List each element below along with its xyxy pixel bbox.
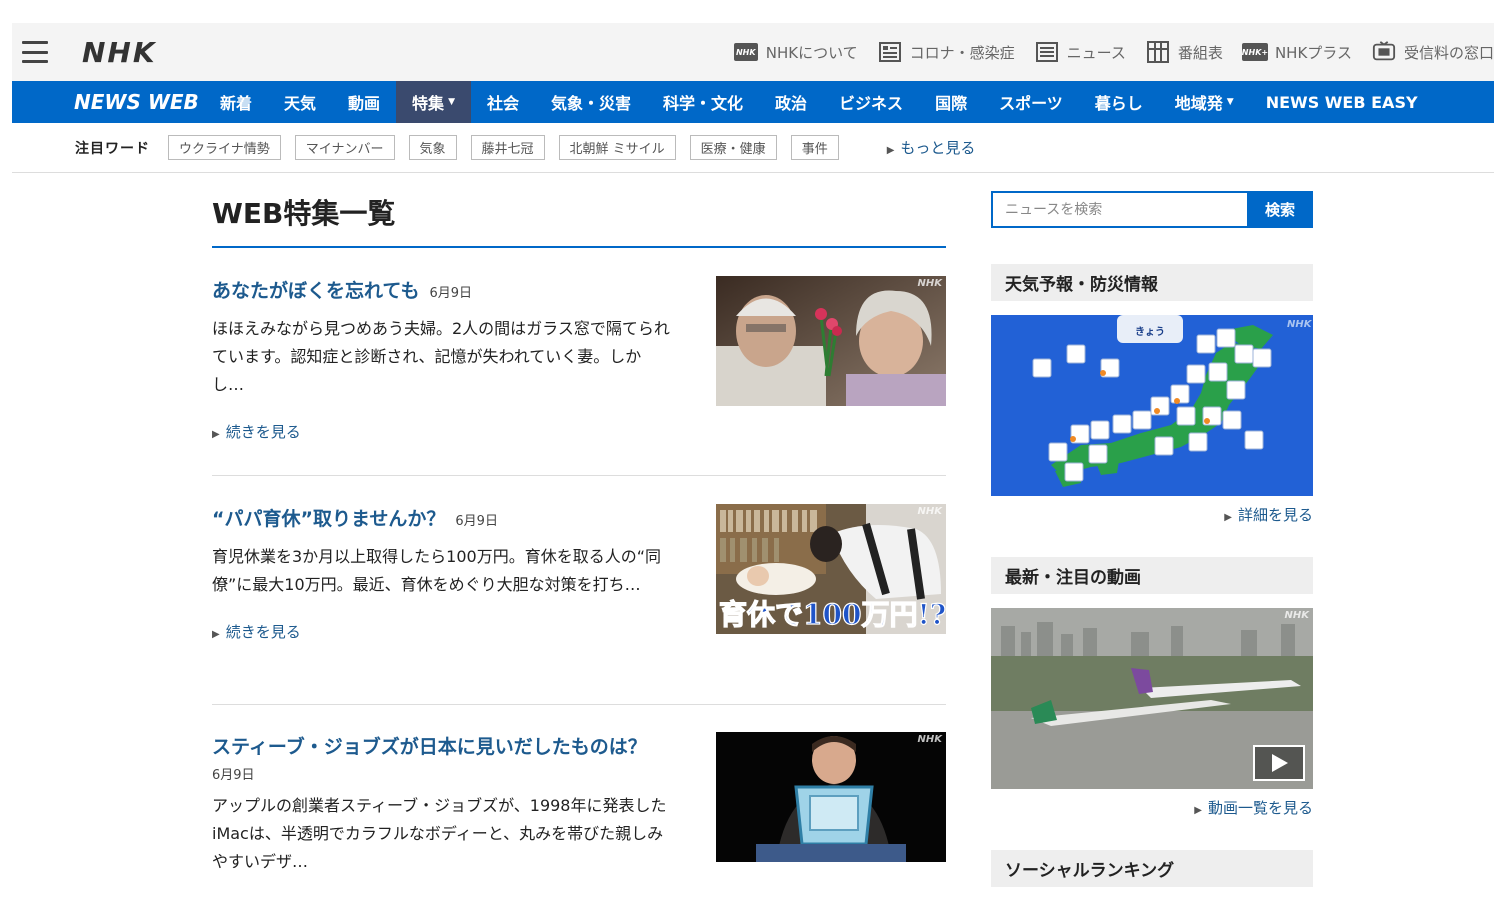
nav-item-international[interactable]: 国際 [919,81,983,123]
reception-fee-icon [1372,40,1396,64]
read-more-label: 続きを見る [225,423,301,441]
page-title: WEB特集一覧 [212,192,946,248]
nhk-watermark: NHK [1284,610,1310,621]
nav-item-business[interactable]: ビジネス [823,81,919,123]
caret-down-icon: ▼ [448,97,455,107]
weather-map[interactable]: きょう NHK [991,315,1313,496]
article-item: “パパ育休”取りませんか？ 6月9日 育児休業を3か月以上取得したら100万円。育… [212,504,946,642]
util-label: 受信料の窓口 [1403,43,1494,62]
nav-item-science[interactable]: 科学・文化 [647,81,759,123]
nav-item-sports[interactable]: スポーツ [983,81,1079,123]
news-web-logo[interactable]: NEWS WEB [74,90,204,114]
video-list-link[interactable]: ▶ 動画一覧を見る [1194,797,1313,818]
util-about-nhk[interactable]: NHK NHKについて [733,40,858,64]
word-tag[interactable]: 気象 [408,135,457,160]
util-corona[interactable]: コロナ・感染症 [878,40,1015,64]
play-icon[interactable] [1253,745,1305,781]
util-reception-fee[interactable]: 受信料の窓口 [1372,40,1494,64]
divider [212,475,946,476]
weather-tab-label: きょう [1135,326,1165,338]
nhk-plus-icon: NHK+ [1242,40,1268,64]
word-tag[interactable]: マイナンバー [294,135,395,160]
more-words-link[interactable]: ▶ もっと見る [887,137,976,158]
nhk-logo-icon: NHK [733,40,758,64]
triangle-right-icon: ▶ [212,429,220,440]
nav-item-weather[interactable]: 天気 [268,81,332,123]
thumbnail-caption: 育休で100万円!? [719,598,946,631]
nav-label: 特集 [412,94,445,113]
article-thumbnail[interactable]: NHK [716,276,946,406]
nhk-watermark: NHK [917,734,943,745]
article-date: 6月9日 [429,286,473,301]
read-more-link[interactable]: ▶ 続きを見る [212,421,301,442]
nhk-watermark: NHK [917,506,943,517]
weather-detail-link[interactable]: ▶ 詳細を見る [1224,504,1313,525]
triangle-right-icon: ▶ [1224,512,1232,523]
nav-label: 地域発 [1174,94,1223,113]
main-nav: NEWS WEB 新着 天気 動画 特集 ▼ 社会 気象・災害 科学・文化 政治 … [12,81,1494,123]
weather-heading: 天気予報・防災情報 [991,264,1313,301]
trending-label: 注目ワード [75,140,150,157]
util-news[interactable]: ニュース [1035,40,1126,64]
nhk-logo[interactable]: NHK [82,36,157,69]
search-box: 検索 [991,191,1313,228]
word-tag[interactable]: ウクライナ情勢 [168,135,281,160]
nhk-watermark: NHK [1287,319,1313,330]
util-label: コロナ・感染症 [909,43,1015,62]
video-thumbnail[interactable]: NHK [991,608,1313,789]
news-icon [1035,40,1059,64]
word-tag[interactable]: 藤井七冠 [470,135,545,160]
video-heading: 最新・注目の動画 [991,557,1313,594]
nav-item-regional[interactable]: 地域発 ▼ [1159,81,1250,123]
article-thumbnail[interactable]: NHK [716,732,946,862]
article-title: スティーブ・ジョブズが日本に見いだしたものは？ [212,736,647,758]
read-more-link[interactable]: ▶ 続きを見る [212,621,301,642]
search-input[interactable] [991,191,1247,228]
nav-item-video[interactable]: 動画 [332,81,396,123]
trending-words: 注目ワード ウクライナ情勢 マイナンバー 気象 藤井七冠 北朝鮮 ミサイル 医療… [12,123,1494,173]
weather-more-label: 詳細を見る [1237,506,1313,524]
program-grid-icon [1146,40,1170,64]
article-date: 6月9日 [455,514,498,529]
nav-item-easy[interactable]: NEWS WEB EASY [1250,81,1434,123]
caret-down-icon: ▼ [1226,97,1234,107]
divider [212,704,946,705]
nav-item-politics[interactable]: 政治 [759,81,823,123]
read-more-label: 続きを見る [225,623,301,641]
nav-item-new[interactable]: 新着 [204,81,268,123]
nav-item-life[interactable]: 暮らし [1079,81,1159,123]
social-ranking-heading: ソーシャルランキング [991,850,1313,887]
top-header: NHK NHK NHKについて コロナ・感染症 ニュース 番組表 NHK+ NH… [12,23,1494,81]
utility-nav: NHK NHKについて コロナ・感染症 ニュース 番組表 NHK+ NHKプラス [733,23,1494,81]
article-summary: ほほえみながら見つめあう夫婦。2人の間はガラス窓で隔てられています。認知症と診断… [212,319,670,394]
nav-item-society[interactable]: 社会 [471,81,535,123]
more-label: もっと見る [900,139,976,157]
video-more-label: 動画一覧を見る [1207,799,1313,817]
triangle-right-icon: ▶ [886,145,895,156]
article-thumbnail[interactable]: 育休で100万円!? NHK [716,504,946,634]
util-label: ニュース [1066,43,1126,62]
article-summary: 育児休業を3か月以上取得したら100万円。育休を取る人の“同僚”に最大10万円。… [212,547,662,594]
util-program-guide[interactable]: 番組表 [1146,40,1223,64]
article-title: あなたがぼくを忘れても [212,280,420,302]
article-item: スティーブ・ジョブズが日本に見いだしたものは？ 6月9日 アップルの創業者スティ… [212,732,946,876]
util-label: NHKプラス [1274,43,1352,62]
article-summary: アップルの創業者スティーブ・ジョブズが、1998年に発表したiMacは、半透明で… [212,796,667,871]
util-label: NHKについて [765,43,858,62]
article-item: あなたがぼくを忘れても 6月9日 ほほえみながら見つめあう夫婦。2人の間はガラス窓… [212,276,946,442]
corona-icon [878,40,902,64]
util-nhk-plus[interactable]: NHK+ NHKプラス [1242,40,1352,64]
triangle-right-icon: ▶ [1194,805,1202,816]
nav-item-disaster[interactable]: 気象・災害 [535,81,647,123]
menu-icon[interactable] [22,41,48,63]
word-tag[interactable]: 医療・健康 [689,135,777,160]
nav-item-features[interactable]: 特集 ▼ [396,81,471,123]
nhk-watermark: NHK [917,278,943,289]
word-tag[interactable]: 北朝鮮 ミサイル [558,135,676,160]
article-title: “パパ育休”取りませんか？ [212,508,446,530]
word-tag[interactable]: 事件 [790,135,839,160]
triangle-right-icon: ▶ [212,629,220,640]
util-label: 番組表 [1177,43,1223,62]
search-button[interactable]: 検索 [1247,191,1313,228]
